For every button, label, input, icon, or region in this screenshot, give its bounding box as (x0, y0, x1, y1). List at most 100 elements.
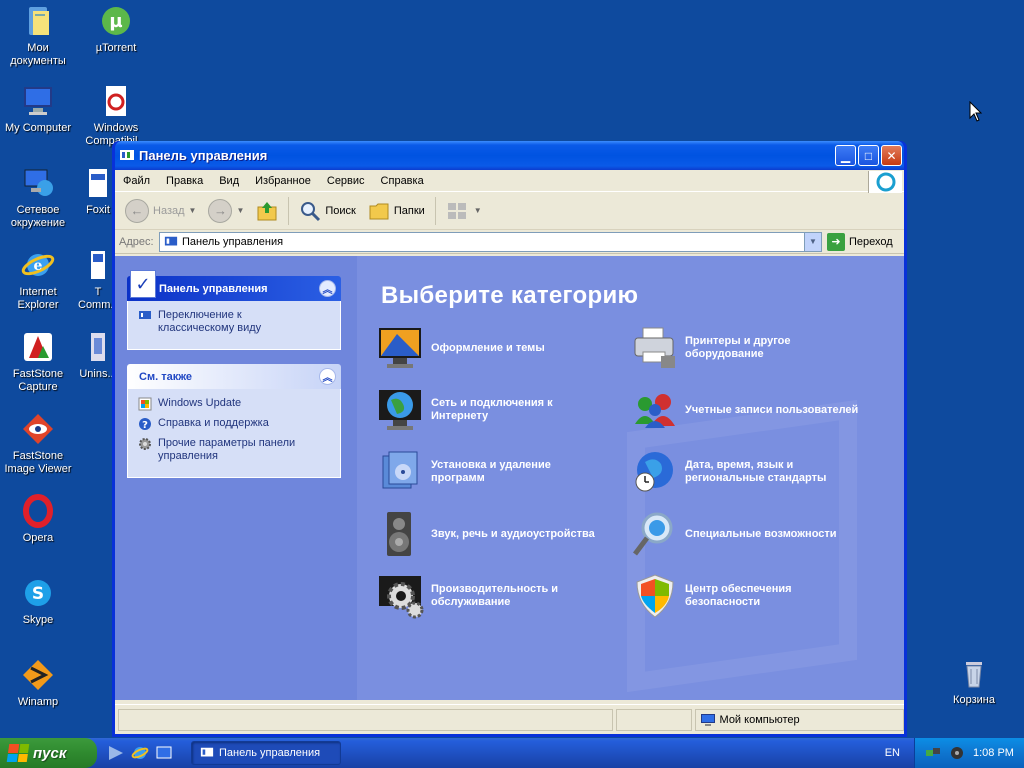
maximize-button[interactable]: □ (858, 145, 879, 166)
show-desktop-icon[interactable] (155, 744, 173, 762)
folders-button[interactable]: Папки (364, 200, 429, 222)
address-dropdown-icon[interactable]: ▼ (804, 232, 821, 251)
start-button[interactable]: пуск (0, 738, 97, 768)
desktop-icon-winamp[interactable]: Winamp (0, 658, 76, 709)
see-also-box: См. также ︽ Windows Update ? Справка и п… (127, 364, 341, 478)
category-printers[interactable]: Принтеры и другое оборудование (631, 324, 881, 372)
language-indicator[interactable]: EN (885, 747, 900, 759)
menu-view[interactable]: Вид (211, 175, 247, 187)
address-bar: Адрес: Панель управления ▼ ➜ Переход (115, 230, 904, 254)
minimize-button[interactable]: ▁ (835, 145, 856, 166)
ie-icon[interactable] (131, 744, 149, 762)
windows-update-link[interactable]: Windows Update (138, 397, 332, 411)
install-icon (382, 451, 418, 489)
search-label: Поиск (325, 204, 356, 217)
collapse-chevron-icon[interactable]: ︽ (319, 280, 336, 297)
category-security-center[interactable]: Центр обеспечения безопасности (631, 572, 881, 620)
go-button[interactable]: ➜ Переход (827, 232, 893, 251)
forward-dropdown-icon[interactable]: ▼ (236, 206, 244, 215)
task-pane: ✓ Панель управления ︽ Переключение к кла… (115, 256, 357, 700)
desktop-icon-utorrent[interactable]: µ µTorrent (78, 4, 154, 55)
see-also-header[interactable]: См. также ︽ (127, 364, 341, 389)
users-icon (635, 394, 675, 428)
views-button[interactable]: ▼ (442, 200, 486, 222)
category-accessibility[interactable]: Специальные возможности (631, 510, 881, 558)
category-user-accounts[interactable]: Учетные записи пользователей (631, 386, 881, 434)
desktop-icon-windows-compat[interactable]: Windows Compatibil... (78, 84, 154, 148)
menu-tools[interactable]: Сервис (319, 175, 373, 187)
gear-icon (139, 438, 151, 450)
skype-icon: S (25, 580, 51, 606)
up-folder-button[interactable] (252, 200, 282, 222)
utorrent-icon: µ (102, 7, 130, 35)
security-shield-icon (636, 574, 674, 618)
start-label: пуск (33, 744, 67, 762)
network-globe-icon (379, 390, 421, 430)
desktop-icon-recycle-bin[interactable]: Корзина (936, 656, 1012, 707)
desktop-icon-my-documents[interactable]: Мои документы (0, 4, 76, 68)
category-pane: Выберите категорию Оформление и темы При… (357, 256, 904, 700)
control-panel-box-header[interactable]: ✓ Панель управления ︽ (127, 270, 341, 301)
window-client: Файл Правка Вид Избранное Сервис Справка… (115, 170, 904, 734)
back-button[interactable]: ← Назад ▼ (121, 198, 200, 223)
address-label: Адрес: (119, 235, 154, 248)
minimize-icon: ▁ (840, 148, 851, 163)
category-network[interactable]: Сеть и подключения к Интернету (377, 386, 627, 434)
category-sound[interactable]: Звук, речь и аудиоустройства (377, 510, 627, 558)
taskbar: пуск Панель управления EN 1:08 PM (0, 738, 1024, 768)
toolbar-separator (434, 196, 436, 225)
collapse-chevron-icon[interactable]: ︽ (319, 368, 336, 385)
page-title: Выберите категорию (381, 282, 639, 309)
network-tray-icon[interactable] (925, 746, 941, 760)
app-icon (91, 251, 105, 279)
desktop-icon-opera[interactable]: Opera (0, 494, 76, 545)
close-icon: ✕ (886, 148, 897, 163)
menu-help[interactable]: Справка (373, 175, 432, 187)
address-input[interactable]: Панель управления ▼ (159, 231, 822, 252)
control-panel-box-body: Переключение к классическому виду (127, 301, 341, 350)
media-icon[interactable] (107, 744, 125, 762)
category-add-remove[interactable]: Установка и удаление программ (377, 448, 627, 496)
folder-icon (369, 203, 389, 219)
control-panel-window[interactable]: Панель управления ▁ □ ✕ Файл Правка Вид … (112, 141, 907, 737)
switch-to-classic-view-link[interactable]: Переключение к классическому виду (138, 309, 332, 335)
folder-docs-icon (29, 7, 49, 35)
faststone-viewer-icon (23, 414, 53, 444)
forward-button[interactable]: → ▼ (204, 198, 248, 223)
desktop-icon-faststone-viewer[interactable]: FastStone Image Viewer (0, 412, 76, 476)
menu-favorites[interactable]: Избранное (247, 175, 319, 187)
category-performance[interactable]: Производительность и обслуживание (377, 572, 627, 620)
search-button[interactable]: Поиск (295, 200, 359, 222)
search-icon (301, 201, 321, 221)
classic-view-icon (139, 311, 151, 319)
category-date-time[interactable]: Дата, время, язык и региональные стандар… (631, 448, 881, 496)
volume-tray-icon[interactable] (949, 746, 965, 760)
taskbar-item-control-panel[interactable]: Панель управления (191, 741, 341, 765)
other-options-link[interactable]: Прочие параметры панели управления (138, 437, 332, 463)
status-location: Мой компьютер (694, 708, 904, 731)
title-bar[interactable]: Панель управления ▁ □ ✕ (115, 141, 904, 170)
help-support-link[interactable]: ? Справка и поддержка (138, 417, 332, 431)
desktop-icon-faststone-capture[interactable]: FastStone Capture (0, 330, 76, 394)
desktop-icon-network[interactable]: Сетевое окружение (0, 166, 76, 230)
printer-icon (634, 327, 675, 368)
computer-icon (24, 87, 52, 115)
forward-arrow-icon: → (208, 198, 233, 223)
menu-edit[interactable]: Правка (158, 175, 211, 187)
toolbar: ← Назад ▼ → ▼ Поиск Папки ▼ (115, 192, 904, 230)
desktop-icon-internet-explorer[interactable]: e Internet Explorer (0, 248, 76, 312)
back-dropdown-icon[interactable]: ▼ (189, 206, 197, 215)
status-bar: Мой компьютер (115, 704, 904, 734)
address-value: Панель управления (182, 235, 284, 248)
svg-text:S: S (32, 584, 44, 604)
back-arrow-icon: ← (125, 198, 149, 223)
clock[interactable]: 1:08 PM (973, 747, 1014, 759)
faststone-capture-icon (24, 333, 52, 361)
desktop-icon-my-computer[interactable]: My Computer (0, 84, 76, 135)
control-panel-box: ✓ Панель управления ︽ Переключение к кла… (127, 270, 341, 350)
category-appearance[interactable]: Оформление и темы (377, 324, 627, 372)
desktop-icon-skype[interactable]: S Skype (0, 576, 76, 627)
close-button[interactable]: ✕ (881, 145, 902, 166)
windows-update-icon (138, 397, 152, 411)
menu-file[interactable]: Файл (115, 175, 158, 187)
